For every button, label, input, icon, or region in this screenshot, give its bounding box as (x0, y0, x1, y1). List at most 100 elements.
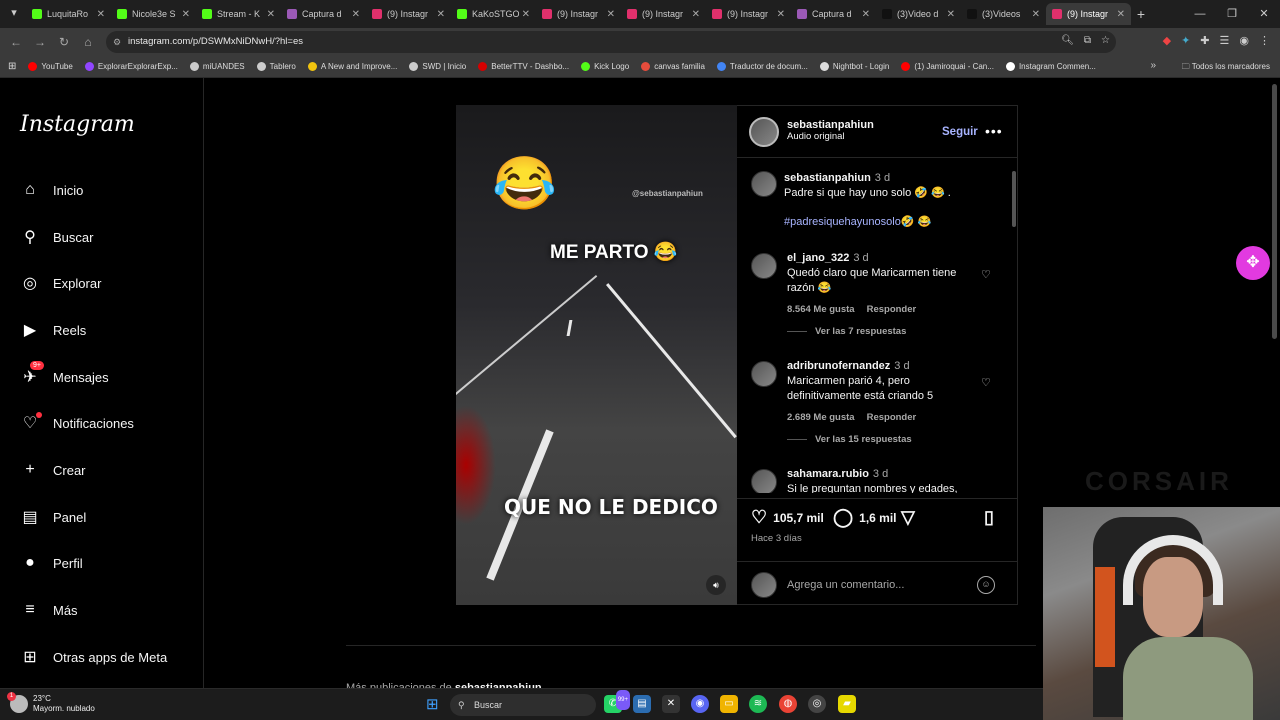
comments-scroll-thumb[interactable] (1012, 171, 1016, 227)
reply-button[interactable]: Responder (867, 412, 917, 423)
tab-close-icon[interactable]: ✕ (1117, 9, 1125, 20)
view-replies-button[interactable]: Ver las 7 respuestas (787, 326, 906, 337)
bookmark-item[interactable]: YouTube (28, 62, 73, 71)
tab-close-icon[interactable]: ✕ (182, 9, 190, 20)
extension-blue-icon[interactable]: ✦ (1181, 34, 1190, 47)
bookmark-item[interactable]: ExplorarExplorarExp... (84, 62, 178, 71)
like-comment-icon[interactable]: ♡ (981, 268, 991, 281)
taskbar-search[interactable]: ⚲ Buscar (450, 694, 596, 716)
file-explorer-icon[interactable]: ▭ (720, 695, 738, 713)
floating-extension-icon[interactable]: ✥ (1236, 246, 1270, 280)
comments-scrollbar[interactable] (1010, 159, 1018, 494)
browser-tab[interactable]: Captura d ✕ (281, 3, 366, 25)
discord-icon[interactable]: ◉ (691, 695, 709, 713)
author-username[interactable]: sebastianpahiun (787, 119, 874, 131)
author-avatar[interactable] (749, 117, 779, 147)
instagram-logo[interactable]: Instagram (20, 112, 135, 137)
browser-tab[interactable]: (3)Video d ✕ (876, 3, 961, 25)
tab-close-icon[interactable]: ✕ (777, 9, 785, 20)
chrome-icon[interactable]: ◍ (779, 695, 797, 713)
sidebar-item-panel[interactable]: ▤ Panel (20, 503, 86, 531)
page-scroll-thumb[interactable] (1272, 84, 1277, 339)
browser-tab[interactable]: LuquitaRo ✕ (26, 3, 111, 25)
sidebar-item-crear[interactable]: + Crear (20, 456, 85, 484)
new-tab-button[interactable]: + (1131, 6, 1151, 22)
bookmark-item[interactable]: Nightbot - Login (819, 62, 889, 71)
bookmark-item[interactable]: Kick Logo (581, 62, 629, 71)
bookmark-item[interactable]: Instagram Commen... (1005, 62, 1096, 71)
comment-username[interactable]: adribrunofernandez (787, 360, 890, 372)
sidebar-item-buscar[interactable]: ⚲ Buscar (20, 223, 93, 251)
like-button[interactable]: ♡ 105,7 mil (751, 507, 824, 528)
browser-tab[interactable]: (9) Instagr ✕ (1046, 3, 1131, 25)
back-icon[interactable]: ← (4, 35, 28, 49)
sidebar-item-inicio[interactable]: ⌂ Inicio (20, 176, 83, 204)
tab-close-icon[interactable]: ✕ (97, 9, 105, 20)
tab-close-icon[interactable]: ✕ (947, 9, 955, 20)
tab-close-icon[interactable]: ✕ (607, 9, 615, 20)
tab-close-icon[interactable]: ✕ (1032, 9, 1040, 20)
comment-avatar[interactable] (751, 361, 777, 387)
zoom-icon[interactable]: 🔍︎ (1061, 35, 1074, 46)
comment-avatar[interactable] (751, 253, 777, 279)
like-comment-icon[interactable]: ♡ (981, 376, 991, 389)
bookmark-item[interactable]: A New and Improve... (307, 62, 397, 71)
bookmark-item[interactable]: miUANDES (189, 62, 245, 71)
sidebar-item-notificaciones[interactable]: ♡ Notificaciones (20, 409, 134, 437)
save-button[interactable]: ▯ (984, 507, 1000, 528)
windows-start-icon[interactable]: ⊞ (426, 697, 441, 712)
reel-video[interactable]: 😂 @sebastianpahiun ME PARTO 😂 QUE NO LE … (456, 105, 737, 605)
comment-likes[interactable]: 8.564 Me gusta (787, 304, 855, 315)
browser-tab[interactable]: (9) Instagr ✕ (366, 3, 451, 25)
restore-icon[interactable]: ❐ (1216, 0, 1248, 28)
likes-count[interactable]: 105,7 mil (773, 511, 824, 525)
spotify-icon[interactable]: ≋ (749, 695, 767, 713)
bookmark-star-icon[interactable]: ☆ (1101, 35, 1110, 46)
notes-app-icon[interactable]: ▤ (633, 695, 651, 713)
whatsapp-icon[interactable]: ✆ 99+ (604, 690, 630, 713)
bookmark-item[interactable]: SWD | Inicio (409, 62, 466, 71)
follow-button[interactable]: Seguir (942, 126, 978, 138)
sidebar-item-perfil[interactable]: ● Perfil (20, 549, 82, 577)
sidebar-item-más[interactable]: ≡ Más (20, 596, 77, 624)
caption-hashtag[interactable]: #padresiquehayunosolo🤣 😂 (784, 216, 931, 228)
more-bookmarks-icon[interactable]: » (1150, 60, 1156, 71)
forward-icon[interactable]: → (28, 35, 52, 49)
apps-grid-icon[interactable]: ⊞ (8, 61, 16, 72)
tab-close-icon[interactable]: ✕ (352, 9, 360, 20)
sidebar-item-reels[interactable]: ▶ Reels (20, 316, 86, 344)
cast-icon[interactable]: ⧉ (1084, 35, 1091, 46)
reload-icon[interactable]: ↻ (52, 35, 76, 49)
home-icon[interactable]: ⌂ (76, 35, 100, 49)
site-info-icon[interactable]: ⚙ (113, 31, 121, 53)
weather-widget[interactable]: 1 23°C Mayorm. nublado (7, 692, 95, 714)
share-button[interactable]: ▽ (901, 507, 921, 528)
comment-username[interactable]: sahamara.rubio (787, 468, 869, 480)
post-time[interactable]: Hace 3 días (751, 533, 802, 544)
sidepanel-icon[interactable]: ☰ (1220, 34, 1230, 47)
browser-tab[interactable]: Captura d ✕ (791, 3, 876, 25)
sidebar-item-explorar[interactable]: ◎ Explorar (20, 269, 101, 297)
bookmark-item[interactable]: BetterTTV - Dashbo... (478, 62, 569, 71)
browser-tab[interactable]: Nicole3e S ✕ (111, 3, 196, 25)
sidebar-item-mensajes[interactable]: ✈ 9+ Mensajes (20, 361, 109, 391)
more-options-icon[interactable]: ••• (985, 123, 1003, 139)
bookmark-item[interactable]: Tablero (256, 62, 296, 71)
comment-username[interactable]: el_jano_322 (787, 252, 849, 264)
tab-close-icon[interactable]: ✕ (437, 9, 445, 20)
browser-tab[interactable]: Stream - K ✕ (196, 3, 281, 25)
browser-tab[interactable]: (9) Instagr ✕ (706, 3, 791, 25)
comment-button[interactable]: ◯ 1,6 mil (833, 507, 897, 528)
sticky-notes-icon[interactable]: ▰ (838, 695, 856, 713)
comment-input[interactable] (787, 575, 977, 595)
browser-tab[interactable]: (9) Instagr ✕ (536, 3, 621, 25)
reply-button[interactable]: Responder (867, 304, 917, 315)
bookmark-item[interactable]: canvas familia (641, 62, 705, 71)
bookmark-item[interactable]: Traductor de docum... (716, 62, 808, 71)
comment-likes[interactable]: 2.689 Me gusta (787, 412, 855, 423)
browser-tab[interactable]: KaKoSTGO ✕ (451, 3, 536, 25)
url-input[interactable]: ⚙ instagram.com/p/DSWMxNiDNwH/?hl=es (106, 31, 1116, 53)
profile-avatar-icon[interactable]: ◉ (1239, 34, 1249, 47)
view-replies-button[interactable]: Ver las 15 respuestas (787, 434, 912, 445)
extension-red-icon[interactable]: ◆ (1163, 34, 1171, 47)
